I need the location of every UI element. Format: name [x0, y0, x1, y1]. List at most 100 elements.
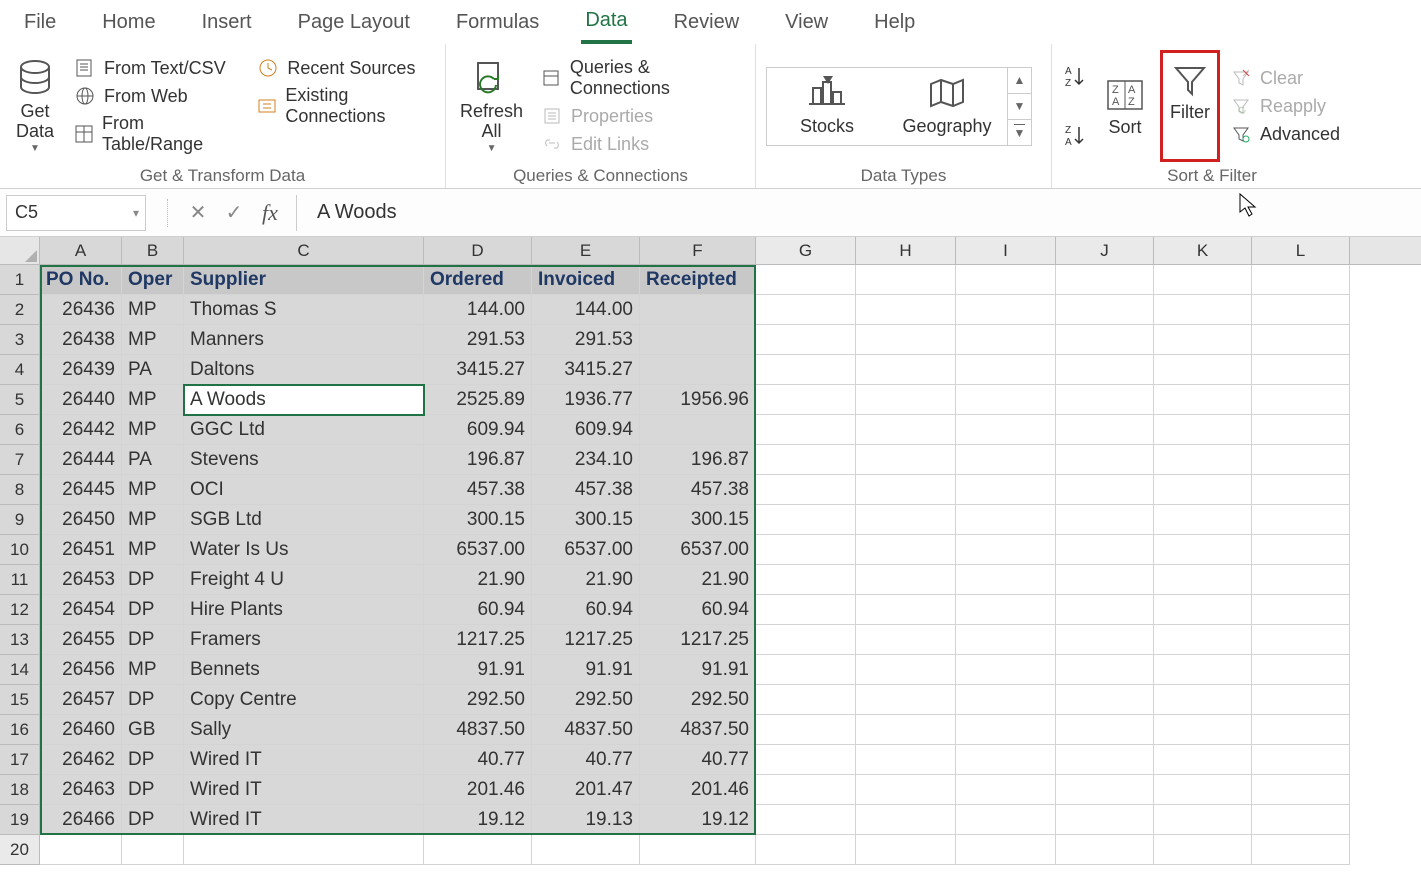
- row-header-7[interactable]: 7: [0, 445, 40, 475]
- tab-view[interactable]: View: [781, 3, 832, 42]
- cell-G19[interactable]: [756, 805, 856, 835]
- column-header-G[interactable]: G: [756, 237, 856, 264]
- cell-E17[interactable]: 40.77: [532, 745, 640, 775]
- row-header-17[interactable]: 17: [0, 745, 40, 775]
- cell-F7[interactable]: 196.87: [640, 445, 756, 475]
- cell-E20[interactable]: [532, 835, 640, 865]
- cell-F15[interactable]: 292.50: [640, 685, 756, 715]
- geography-button[interactable]: Geography: [887, 68, 1007, 145]
- cell-J10[interactable]: [1056, 535, 1154, 565]
- cell-H20[interactable]: [856, 835, 956, 865]
- column-header-H[interactable]: H: [856, 237, 956, 264]
- name-box[interactable]: C5: [6, 195, 146, 231]
- insert-function-button[interactable]: fx: [252, 195, 288, 231]
- cell-F19[interactable]: 19.12: [640, 805, 756, 835]
- cell-D1[interactable]: Ordered: [424, 265, 532, 295]
- cell-H8[interactable]: [856, 475, 956, 505]
- cell-I20[interactable]: [956, 835, 1056, 865]
- cell-C9[interactable]: SGB Ltd: [184, 505, 424, 535]
- tab-help[interactable]: Help: [870, 3, 919, 42]
- cell-C18[interactable]: Wired IT: [184, 775, 424, 805]
- select-all-corner[interactable]: [0, 237, 40, 264]
- row-header-3[interactable]: 3: [0, 325, 40, 355]
- cell-F10[interactable]: 6537.00: [640, 535, 756, 565]
- cell-J2[interactable]: [1056, 295, 1154, 325]
- row-header-18[interactable]: 18: [0, 775, 40, 805]
- cell-K5[interactable]: [1154, 385, 1252, 415]
- column-header-I[interactable]: I: [956, 237, 1056, 264]
- cell-E18[interactable]: 201.47: [532, 775, 640, 805]
- cell-J11[interactable]: [1056, 565, 1154, 595]
- cell-K7[interactable]: [1154, 445, 1252, 475]
- cell-L13[interactable]: [1252, 625, 1350, 655]
- cell-G7[interactable]: [756, 445, 856, 475]
- cell-J17[interactable]: [1056, 745, 1154, 775]
- cell-G14[interactable]: [756, 655, 856, 685]
- cancel-formula-button[interactable]: ✕: [180, 195, 216, 231]
- cell-E4[interactable]: 3415.27: [532, 355, 640, 385]
- cell-A20[interactable]: [40, 835, 122, 865]
- cell-E19[interactable]: 19.13: [532, 805, 640, 835]
- cell-F6[interactable]: [640, 415, 756, 445]
- cell-L2[interactable]: [1252, 295, 1350, 325]
- cell-B7[interactable]: PA: [122, 445, 184, 475]
- cell-F17[interactable]: 40.77: [640, 745, 756, 775]
- cell-I12[interactable]: [956, 595, 1056, 625]
- row-header-2[interactable]: 2: [0, 295, 40, 325]
- gallery-down-button[interactable]: ▼: [1008, 94, 1031, 120]
- advanced-filter-button[interactable]: Advanced: [1230, 123, 1340, 145]
- cell-H17[interactable]: [856, 745, 956, 775]
- cell-B15[interactable]: DP: [122, 685, 184, 715]
- column-header-C[interactable]: C: [184, 237, 424, 264]
- cell-I10[interactable]: [956, 535, 1056, 565]
- cell-C11[interactable]: Freight 4 U: [184, 565, 424, 595]
- tab-review[interactable]: Review: [670, 3, 744, 42]
- cell-K18[interactable]: [1154, 775, 1252, 805]
- cell-D18[interactable]: 201.46: [424, 775, 532, 805]
- cell-H5[interactable]: [856, 385, 956, 415]
- cell-L5[interactable]: [1252, 385, 1350, 415]
- cell-D6[interactable]: 609.94: [424, 415, 532, 445]
- filter-button[interactable]: Filter: [1165, 55, 1215, 127]
- cell-B17[interactable]: DP: [122, 745, 184, 775]
- cell-A12[interactable]: 26454: [40, 595, 122, 625]
- row-header-20[interactable]: 20: [0, 835, 40, 865]
- cell-D14[interactable]: 91.91: [424, 655, 532, 685]
- cell-E11[interactable]: 21.90: [532, 565, 640, 595]
- cell-E16[interactable]: 4837.50: [532, 715, 640, 745]
- cell-C16[interactable]: Sally: [184, 715, 424, 745]
- cell-C6[interactable]: GGC Ltd: [184, 415, 424, 445]
- cell-D9[interactable]: 300.15: [424, 505, 532, 535]
- cell-I16[interactable]: [956, 715, 1056, 745]
- cell-L18[interactable]: [1252, 775, 1350, 805]
- cell-H6[interactable]: [856, 415, 956, 445]
- cell-L15[interactable]: [1252, 685, 1350, 715]
- cell-A7[interactable]: 26444: [40, 445, 122, 475]
- cell-J19[interactable]: [1056, 805, 1154, 835]
- cell-F5[interactable]: 1956.96: [640, 385, 756, 415]
- cell-F3[interactable]: [640, 325, 756, 355]
- cell-C4[interactable]: Daltons: [184, 355, 424, 385]
- cell-D11[interactable]: 21.90: [424, 565, 532, 595]
- cell-J14[interactable]: [1056, 655, 1154, 685]
- cell-I13[interactable]: [956, 625, 1056, 655]
- cell-A16[interactable]: 26460: [40, 715, 122, 745]
- cell-A15[interactable]: 26457: [40, 685, 122, 715]
- cell-D12[interactable]: 60.94: [424, 595, 532, 625]
- cell-C5[interactable]: A Woods: [184, 385, 424, 415]
- cell-J15[interactable]: [1056, 685, 1154, 715]
- cell-A13[interactable]: 26455: [40, 625, 122, 655]
- cell-E8[interactable]: 457.38: [532, 475, 640, 505]
- cell-F18[interactable]: 201.46: [640, 775, 756, 805]
- cell-I3[interactable]: [956, 325, 1056, 355]
- cell-G6[interactable]: [756, 415, 856, 445]
- row-header-19[interactable]: 19: [0, 805, 40, 835]
- cell-I1[interactable]: [956, 265, 1056, 295]
- cell-L1[interactable]: [1252, 265, 1350, 295]
- cell-K1[interactable]: [1154, 265, 1252, 295]
- cell-L14[interactable]: [1252, 655, 1350, 685]
- cell-C8[interactable]: OCI: [184, 475, 424, 505]
- column-header-F[interactable]: F: [640, 237, 756, 264]
- row-header-5[interactable]: 5: [0, 385, 40, 415]
- cell-C2[interactable]: Thomas S: [184, 295, 424, 325]
